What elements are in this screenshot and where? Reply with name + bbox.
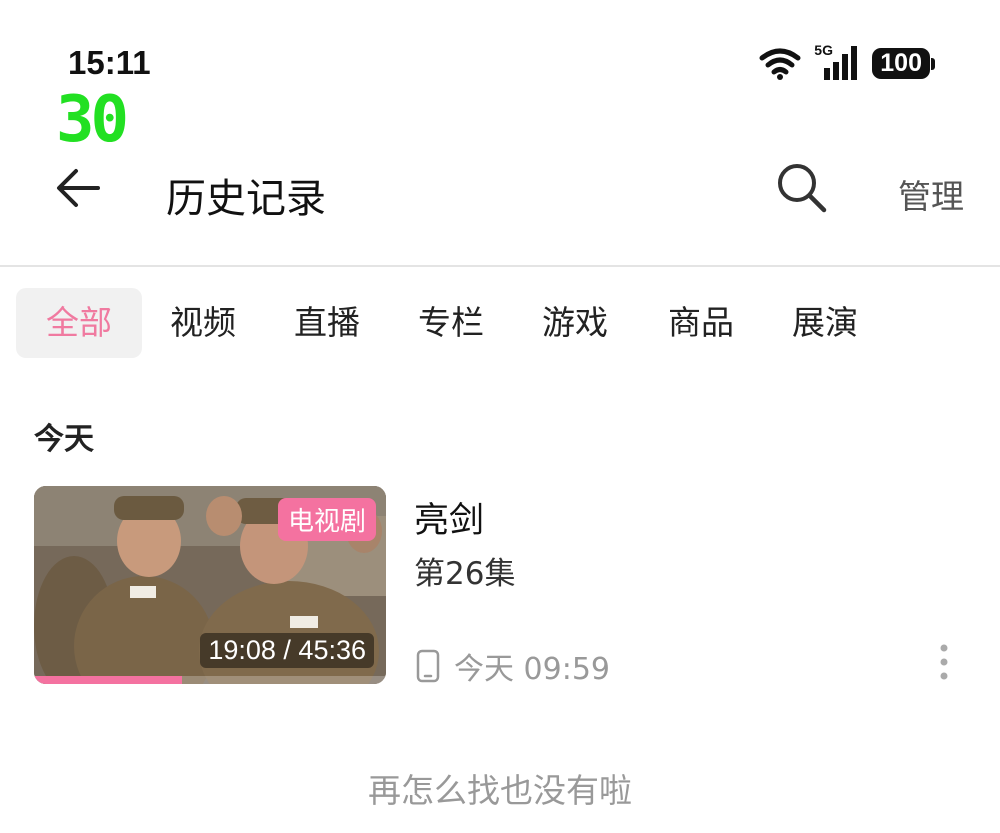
header-divider <box>0 265 1000 267</box>
tab-video[interactable]: 视频 <box>170 288 236 358</box>
tab-all[interactable]: 全部 <box>16 288 142 358</box>
watch-progress-bar <box>34 676 386 684</box>
manage-button[interactable]: 管理 <box>898 170 964 218</box>
wifi-icon <box>759 48 801 80</box>
back-button[interactable] <box>52 162 104 214</box>
status-time: 15:11 <box>68 44 151 81</box>
history-item[interactable]: 电视剧 19:08 / 45:36 亮剑 第26集 今天 09:59 <box>34 486 964 688</box>
video-meta: 今天 09:59 <box>416 644 610 688</box>
end-of-list-message: 再怎么找也没有啦 <box>368 771 632 810</box>
battery-indicator: 100 <box>872 47 935 79</box>
search-button[interactable] <box>774 160 830 216</box>
signal-icon: 5G <box>814 42 860 80</box>
phone-icon <box>416 649 440 683</box>
more-vertical-icon <box>940 644 948 680</box>
more-options-button[interactable] <box>934 642 954 682</box>
status-icons: 5G 100 <box>758 42 935 80</box>
progress-time: 19:08 / 45:36 <box>200 633 374 668</box>
back-arrow-icon <box>57 169 100 207</box>
video-title: 亮剑 <box>414 501 485 541</box>
page-title: 历史记录 <box>166 176 326 222</box>
tab-game[interactable]: 游戏 <box>542 288 608 358</box>
category-tabs: 全部 视频 直播 专栏 游戏 商品 展演 <box>16 288 858 358</box>
video-thumbnail[interactable]: 电视剧 19:08 / 45:36 <box>34 486 386 684</box>
search-icon <box>778 164 827 213</box>
tab-column[interactable]: 专栏 <box>418 288 484 358</box>
header-bar: 历史记录 管理 <box>0 150 1000 232</box>
section-title-today: 今天 <box>34 422 94 457</box>
category-badge: 电视剧 <box>277 498 376 541</box>
video-episode: 第26集 <box>414 556 516 592</box>
watch-progress-fill <box>34 676 182 684</box>
tab-live[interactable]: 直播 <box>294 288 360 358</box>
tab-goods[interactable]: 商品 <box>668 288 734 358</box>
tab-show[interactable]: 展演 <box>792 288 858 358</box>
last-viewed-time: 今天 09:59 <box>454 652 610 687</box>
fps-counter: 30 <box>56 83 129 157</box>
